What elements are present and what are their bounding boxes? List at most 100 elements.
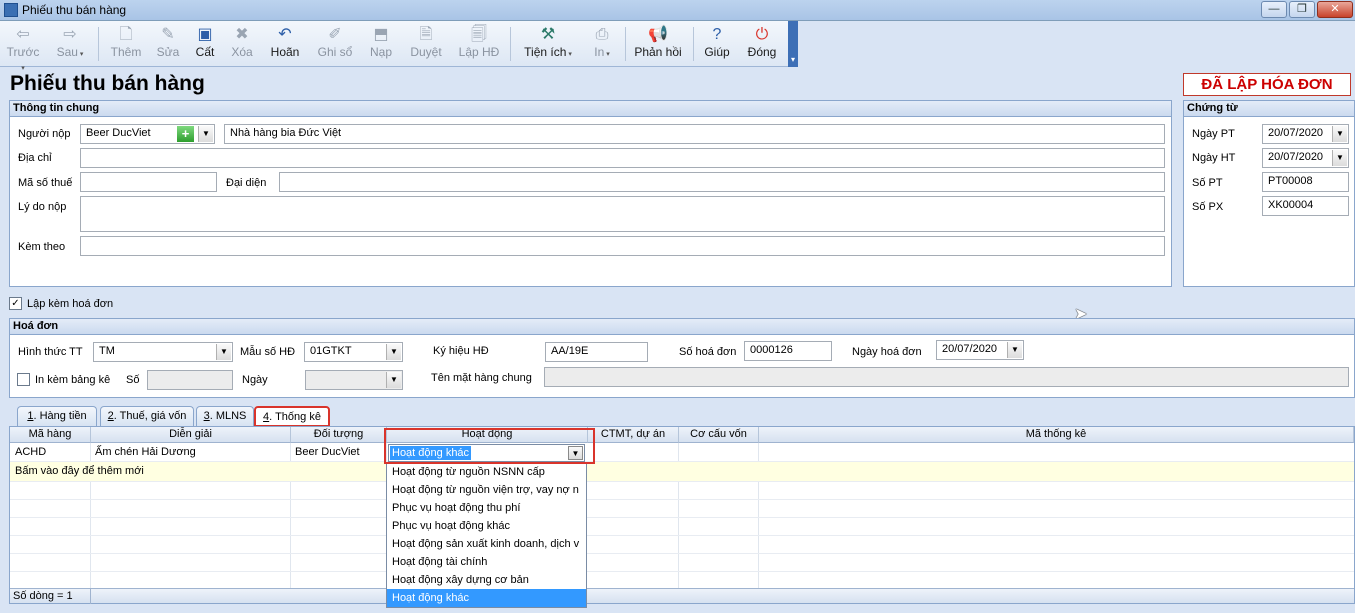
chevron-down-icon[interactable]: ▼ [1332,150,1347,166]
minimize-button[interactable]: — [1261,1,1287,18]
chevron-down-icon[interactable]: ▼ [386,372,401,388]
utilities-button[interactable]: ⚒ Tiện ích ▾ [518,24,578,64]
feedback-button[interactable]: 📢 Phản hồi [630,24,686,64]
chevron-down-icon[interactable]: ▼ [1332,126,1347,142]
create-invoice-button[interactable]: 🗐 Lập HĐ [454,24,504,64]
reason-field[interactable] [80,196,1165,232]
activity-option[interactable]: Hoạt động từ nguồn viện trợ, vay nợ n [387,481,586,499]
save-button[interactable]: ▣ Cất [190,24,220,64]
help-button[interactable]: ? Giúp [699,24,735,64]
activity-dropdown-list: Hoạt động từ nguồn NSNN cấp Hoạt động từ… [386,462,587,608]
activity-option[interactable]: Hoạt động xây dựng cơ bản [387,571,586,589]
undo-icon: ↶ [278,26,292,43]
reason-label: Lý do nộp [18,201,67,213]
attachment-field[interactable] [80,236,1165,256]
tab-goods-money[interactable]: 1. Hàng tiền [17,406,97,426]
representative-field[interactable] [279,172,1165,192]
invoice-number-field[interactable]: 0000126 [744,341,832,361]
load-button[interactable]: ⬒ Nạp [362,24,400,64]
address-label: Địa chỉ [18,152,52,164]
with-invoice-checkbox[interactable]: ✓ [9,297,22,310]
undo-button[interactable]: ↶ Hoãn [266,24,304,64]
column-header[interactable]: Đối tượng [291,427,387,443]
maximize-button[interactable]: ❐ [1289,1,1315,18]
posting-date-field[interactable]: 20/07/2020 ▼ [1262,124,1349,144]
payer-name-field[interactable]: Nhà hàng bia Đức Việt [224,124,1165,144]
activity-option-selected[interactable]: Hoạt động khác [387,589,586,607]
invoice-template-label: Mẫu số HĐ [240,346,296,358]
tab-tax-cost[interactable]: 2. Thuế, giá vốn [100,406,194,426]
payer-code-field[interactable]: Beer DucViet + ▼ [80,124,215,144]
arrow-left-icon: ⇦ [16,26,30,43]
approve-button[interactable]: 🗎 Duyệt [404,24,448,64]
tab-mlns[interactable]: 3. MLNS [196,406,254,426]
activity-option[interactable]: Hoạt động sản xuất kinh doanh, dịch v [387,535,586,553]
edit-button[interactable]: ✎ Sửa [152,24,184,64]
add-new-label: Bấm vào đây để thêm mới [15,465,144,477]
list-date-field[interactable]: ▼ [305,370,403,390]
payment-method-select[interactable]: TM ▼ [93,342,233,362]
invoice-date-field[interactable]: 20/07/2020 ▼ [936,340,1024,360]
close-window-button[interactable]: ✕ [1317,1,1353,18]
invoice-number-label: Số hoá đơn [679,346,737,358]
toolbar-overflow-button[interactable]: ▾ [788,21,798,67]
add-payer-icon[interactable]: + [177,126,194,142]
chevron-down-icon[interactable]: ▼ [568,446,583,460]
activity-combobox[interactable]: Hoạt động khác ▼ [388,444,585,462]
chevron-down-icon[interactable]: ▼ [386,344,401,360]
object-cell[interactable]: Beer DucViet [290,443,386,461]
approve-icon: 🗎 [419,26,433,43]
post-button[interactable]: ✐ Ghi sổ [312,24,358,64]
list-no-label: Số [126,374,140,386]
print-button[interactable]: ⎙ In ▾ [584,24,620,64]
column-header[interactable]: Diễn giải [91,427,291,443]
tax-code-field[interactable] [80,172,217,192]
table-row[interactable]: ACHD Ấm chén Hải Dương Beer DucViet [10,443,1354,461]
accounting-date-field[interactable]: 20/07/2020 ▼ [1262,148,1349,168]
add-new-row[interactable]: Bấm vào đây để thêm mới [10,462,1354,481]
column-header[interactable]: CTMT, dự án [588,427,679,443]
add-button[interactable]: 🗋 Thêm [106,24,146,64]
activity-option[interactable]: Hoạt động tài chính [387,553,586,571]
address-field[interactable] [80,148,1165,168]
activity-option[interactable]: Phục vụ hoạt động khác [387,517,586,535]
tools-icon: ⚒ [540,26,556,43]
close-button[interactable]: ⏻ Đóng [743,24,781,64]
item-code-cell[interactable]: ACHD [10,443,90,461]
list-no-field[interactable] [147,370,233,390]
status-banner: ĐÃ LẬP HÓA ĐƠN [1183,73,1351,96]
payment-method-label: Hình thức TT [18,346,83,358]
grid-line [10,571,1354,572]
activity-option[interactable]: Hoạt động từ nguồn NSNN cấp [387,463,586,481]
tax-code-label: Mã số thuế [18,177,73,189]
delete-button[interactable]: ✖ Xóa [226,24,258,64]
goods-name-field[interactable] [544,367,1349,387]
receipt-no-field[interactable]: PT00008 [1262,172,1349,192]
payer-label: Người nộp [18,128,71,140]
chevron-down-icon[interactable]: ▼ [1007,342,1022,358]
column-header[interactable]: Cơ cấu vốn [679,427,759,443]
grid-footer: Số dòng = 1 [10,588,1354,604]
invoice-symbol-label: Ký hiệu HĐ [433,345,489,357]
export-no-field[interactable]: XK00004 [1262,196,1349,216]
invoice-template-select[interactable]: 01GTKT ▼ [304,342,403,362]
chevron-down-icon[interactable]: ▼ [216,344,231,360]
toolbar-separator [98,27,99,61]
voucher-header: Chứng từ [1184,101,1354,117]
activity-selected-text: Hoạt động khác [390,446,472,460]
invoice-symbol-field[interactable]: AA/19E [545,342,648,362]
arrow-right-icon: ⇨ [63,26,77,43]
export-no-label: Số PX [1192,201,1224,213]
print-list-checkbox[interactable] [17,373,30,386]
posting-date-label: Ngày PT [1192,128,1235,140]
column-header[interactable]: Mã thống kê [759,427,1354,443]
activity-option[interactable]: Phục vụ hoạt động thu phí [387,499,586,517]
list-date-label: Ngày [242,374,268,386]
grid-line [10,535,1354,536]
chevron-down-icon[interactable]: ▼ [198,126,213,142]
next-button[interactable]: ⇨ Sau ▾ [50,24,90,64]
back-button[interactable]: ⇦ Trước ▾ [4,24,42,72]
description-cell[interactable]: Ấm chén Hải Dương [90,443,290,461]
tab-statistics[interactable]: 4. Thống kê [254,406,330,427]
column-header[interactable]: Mã hàng [10,427,91,443]
